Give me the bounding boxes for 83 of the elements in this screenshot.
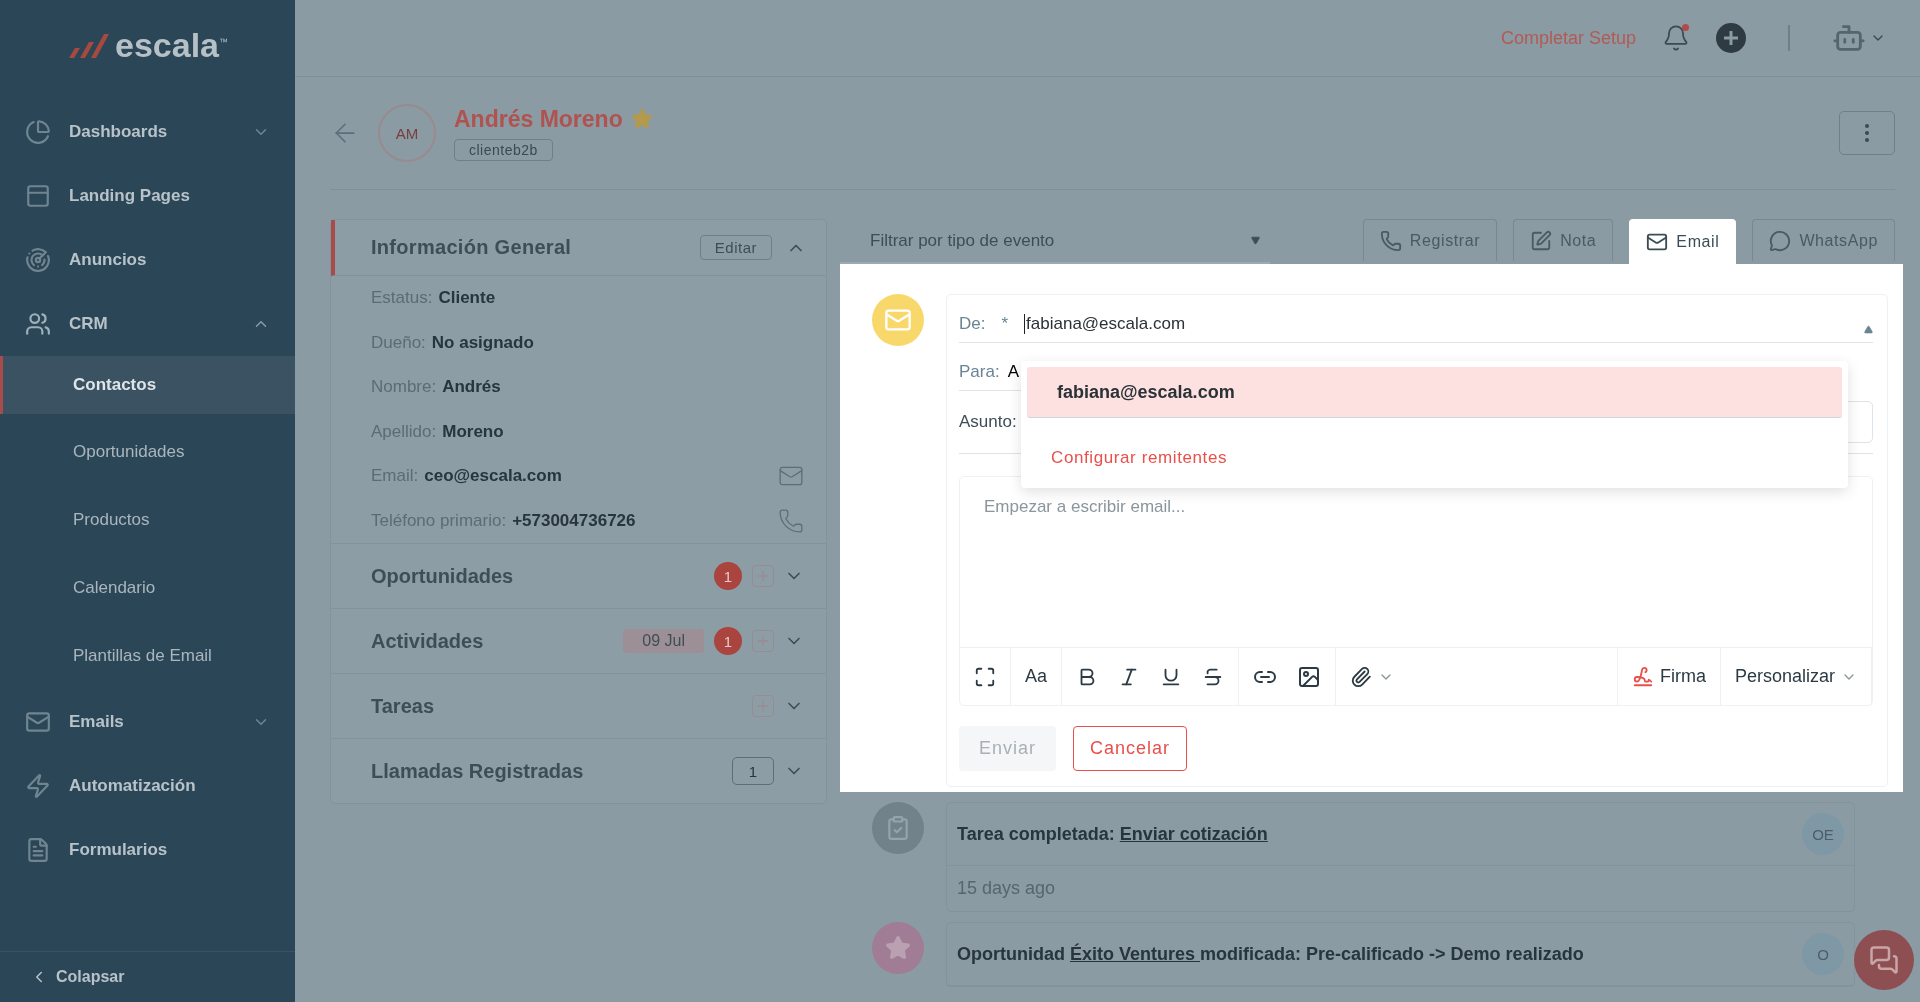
chat-button[interactable] [1854, 930, 1914, 990]
activity-link[interactable]: Enviar cotización [1119, 823, 1268, 844]
signature-icon [1631, 665, 1654, 688]
people-icon [25, 311, 51, 337]
count-badge: 1 [732, 757, 774, 785]
edit-note-icon [1530, 229, 1553, 252]
tab[interactable]: Nota [1513, 219, 1614, 261]
panel-title: Información General [371, 236, 573, 259]
tab[interactable]: Email [1629, 219, 1737, 264]
form-icon [25, 837, 51, 863]
star-icon [885, 935, 911, 961]
add-icon[interactable] [1716, 23, 1746, 53]
font-size-button[interactable]: Aa [1019, 660, 1054, 693]
sender-field[interactable]: fabiana@escala.com [1024, 314, 1856, 334]
paperclip-icon [1350, 665, 1373, 688]
field-value: Moreno [442, 421, 505, 442]
phone-icon [1379, 229, 1402, 252]
edit-button[interactable]: Editar [699, 235, 772, 260]
window-icon [25, 183, 51, 209]
nav-subitem[interactable]: Contactos [0, 356, 295, 414]
required-mark: * [1001, 314, 1009, 334]
count-badge: 1 [714, 562, 742, 590]
section-title[interactable]: Tareas [371, 694, 742, 718]
caret-icon [1864, 325, 1873, 334]
caret-icon [1251, 236, 1260, 245]
star-icon[interactable] [630, 108, 653, 130]
radar-icon [25, 247, 51, 273]
image-icon [1297, 664, 1322, 689]
clipboard-check-icon [885, 815, 911, 841]
signature-button[interactable]: Firma [1625, 659, 1712, 694]
nav-item[interactable]: Formularios [0, 818, 295, 882]
field-label: De: [959, 314, 986, 334]
nav-subitem[interactable]: Calendario [0, 554, 295, 622]
recipient-field[interactable]: A [1007, 362, 1019, 382]
tab[interactable]: WhatsApp [1752, 219, 1895, 261]
user-avatar: OE [1802, 813, 1844, 855]
contact-avatar: AM [378, 104, 436, 162]
tab[interactable]: Registrar [1362, 219, 1498, 261]
section-title[interactable]: Oportunidades [371, 564, 704, 588]
nav-item[interactable]: Dashboards [0, 100, 295, 164]
field-value: Andrés [442, 377, 502, 398]
field-label: Para: [959, 362, 1000, 382]
nav-item[interactable]: Emails [0, 690, 295, 754]
user-avatar: O [1802, 933, 1844, 975]
pie-chart-icon [25, 119, 51, 145]
nav-item[interactable]: CRM [0, 292, 295, 356]
chat-icon [1869, 945, 1899, 975]
notifications-button[interactable] [1662, 24, 1690, 52]
logo-icon [67, 32, 109, 58]
date-chip: 09 Jul [623, 629, 704, 653]
envelope-icon [1646, 231, 1669, 253]
contact-tag: clienteb2b [454, 138, 553, 161]
personalize-dropdown[interactable]: Personalizar [1728, 660, 1863, 693]
dropdown-option[interactable]: fabiana@escala.com [1027, 367, 1842, 418]
section-title[interactable]: Llamadas Registradas [371, 759, 722, 783]
field-value: No asignado [431, 332, 535, 353]
envelope-icon [25, 709, 51, 735]
nav-subitem[interactable]: Oportunidades [0, 418, 295, 486]
activity-link[interactable]: Éxito Ventures [1070, 943, 1201, 964]
nav-subitem[interactable]: Plantillas de Email [0, 622, 295, 690]
lightning-icon [25, 773, 51, 799]
nav-subitem[interactable]: Productos [0, 486, 295, 554]
kebab-icon [1865, 124, 1869, 142]
field-value: ceo@escala.com [424, 466, 563, 487]
contact-name: Andrés Moreno [454, 105, 623, 133]
email-avatar-icon [872, 294, 924, 346]
expand-icon [974, 665, 996, 688]
phone-icon[interactable] [778, 507, 804, 534]
field-value: Cliente [438, 288, 497, 309]
logo-text: escala$^{™}$ [115, 25, 228, 65]
collapse-button[interactable]: Colapsar [0, 951, 295, 1002]
nav-item[interactable]: Automatización [0, 754, 295, 818]
nav-item[interactable]: Anuncios [0, 228, 295, 292]
configure-senders-link[interactable]: Configurar remitentes [1027, 418, 1842, 488]
cancel-button[interactable]: Cancelar [1073, 726, 1188, 771]
section-title[interactable]: Actividades [371, 629, 614, 653]
field-label: Asunto: [959, 412, 1017, 432]
activity-text: Tarea completada: Enviar cotización [957, 823, 1269, 845]
activity-text: Oportunidad Éxito Ventures modificada: Pre-calificado -> Demo realizado [957, 943, 1585, 965]
nav-item[interactable]: Landing Pages [0, 164, 295, 228]
count-badge: 1 [714, 627, 742, 655]
field-value: +573004736726 [512, 510, 637, 531]
chat-bubble-icon [1769, 229, 1792, 252]
